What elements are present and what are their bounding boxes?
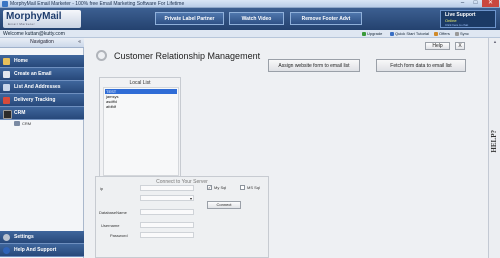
logo-text: MorphyMail: [6, 11, 62, 22]
sidebar-item-label: CRM: [14, 110, 26, 116]
ip-input[interactable]: [140, 185, 194, 191]
private-label-partner-button[interactable]: Private Label Partner: [155, 12, 224, 25]
sidebar-subitem-crm[interactable]: CRM: [0, 119, 84, 129]
chevron-up-icon: ▲: [493, 39, 497, 44]
password-field[interactable]: [140, 232, 194, 238]
help-side-tab[interactable]: ▲ HELP?: [488, 38, 500, 258]
sidebar-item-label: Settings: [14, 234, 34, 240]
upgrade-link[interactable]: Upgrade: [362, 31, 382, 36]
list-item[interactable]: afdfdf: [105, 104, 177, 109]
password-label: Password: [110, 233, 128, 238]
sync-link[interactable]: Sync: [455, 31, 469, 36]
remove-footer-advt-button[interactable]: Remove Footer Advt: [290, 12, 362, 25]
settings-icon: [3, 234, 10, 241]
minimize-button[interactable]: –: [456, 0, 469, 7]
sidebar-item-home[interactable]: Home: [0, 55, 84, 68]
page-title: Customer Relationship Management: [114, 51, 261, 61]
help-icon: [3, 247, 10, 254]
sidebar-item-label: Help And Support: [14, 247, 57, 253]
maximize-button[interactable]: □: [469, 0, 482, 7]
logo-subtext: Email Marketer: [8, 22, 36, 26]
sidebar-subitem-label: CRM: [22, 121, 32, 126]
window-title: MorphyMail Email Marketer - 100% free Em…: [10, 1, 185, 7]
app-logo: MorphyMail Email Marketer: [3, 10, 81, 28]
list-icon: [3, 84, 10, 91]
crm-sub-icon: [14, 121, 20, 126]
assign-website-form-button[interactable]: Assign website form to email list: [268, 59, 360, 72]
live-support-button[interactable]: Live Support Online Click here to chat: [440, 10, 496, 28]
tracking-icon: [3, 97, 10, 104]
sidebar-item-list-and-addresses[interactable]: List And Addresses: [0, 81, 84, 94]
app-header: MorphyMail Email Marketer Private Label …: [0, 8, 500, 30]
mysql-label: My Sql: [214, 185, 227, 190]
crm-icon: [3, 110, 12, 119]
navigation-header: Navigation «: [0, 38, 84, 48]
ip-label: ip: [100, 186, 104, 191]
sync-label: Sync: [460, 31, 469, 36]
mysql-checkbox[interactable]: ✓: [207, 185, 212, 190]
sidebar-item-label: Delivery Tracking: [14, 97, 56, 103]
home-icon: [3, 58, 10, 65]
sidebar: Navigation « Home Create an Email List A…: [0, 38, 84, 258]
sidebar-item-label: Home: [14, 58, 28, 64]
local-listbox[interactable]: TEST jamsys asdffd afdfdf: [103, 87, 179, 176]
welcome-text: Welcome kuttan@kutty.com: [3, 31, 65, 37]
app-icon: [2, 1, 8, 7]
chevron-down-icon: ▾: [189, 196, 192, 201]
sidebar-item-help-and-support[interactable]: Help And Support: [0, 244, 84, 257]
username-label: Username: [101, 223, 120, 228]
offers-label: Offers: [439, 31, 450, 36]
close-window-button[interactable]: ✕: [482, 0, 499, 7]
watch-video-button[interactable]: Watch Video: [229, 12, 284, 25]
navigation-title: Navigation: [30, 39, 54, 45]
tutorial-label: Quick Start Tutorial: [395, 31, 430, 36]
sidebar-item-create-email[interactable]: Create an Email: [0, 68, 84, 81]
sidebar-item-label: Create an Email: [14, 71, 52, 77]
upgrade-label: Upgrade: [367, 31, 383, 36]
help-button[interactable]: Help: [425, 42, 450, 50]
sidebar-item-label: List And Addresses: [14, 84, 61, 90]
crm-logo-icon: [96, 50, 107, 61]
offers-link[interactable]: Offers: [434, 31, 450, 36]
username-field[interactable]: [140, 222, 194, 228]
sync-icon: [455, 31, 459, 36]
window-title-bar: MorphyMail Email Marketer - 100% free Em…: [0, 0, 500, 8]
mssql-label: MS Sql: [247, 185, 260, 190]
help-side-label: HELP?: [490, 130, 498, 153]
collapse-icon[interactable]: «: [78, 38, 81, 47]
local-list-caption: Local List: [129, 80, 151, 86]
main-panel: Help X Customer Relationship Management …: [84, 38, 488, 258]
mssql-checkbox[interactable]: [240, 185, 245, 190]
live-support-link: Click here to chat: [445, 23, 469, 27]
close-panel-button[interactable]: X: [455, 42, 465, 50]
tutorial-icon: [390, 31, 394, 36]
server-connection-panel: Connect to Your Server ip ✓ My Sql MS Sq…: [95, 176, 269, 258]
server-select[interactable]: ▾: [140, 195, 194, 201]
sidebar-item-settings[interactable]: Settings: [0, 231, 84, 244]
local-list-panel: Local List TEST jamsys asdffd afdfdf: [99, 77, 181, 178]
fetch-form-data-button[interactable]: Fetch form data to email list: [376, 59, 466, 72]
welcome-bar: Welcome kuttan@kutty.com Upgrade Quick S…: [0, 30, 500, 38]
sidebar-item-delivery-tracking[interactable]: Delivery Tracking: [0, 94, 84, 107]
email-icon: [3, 71, 10, 78]
upgrade-icon: [362, 31, 366, 36]
database-name-label: DatabaseName: [99, 210, 127, 215]
quick-start-tutorial-link[interactable]: Quick Start Tutorial: [390, 31, 429, 36]
database-name-field[interactable]: [140, 209, 194, 215]
connect-button[interactable]: Connect: [207, 201, 241, 209]
offers-icon: [434, 31, 438, 36]
